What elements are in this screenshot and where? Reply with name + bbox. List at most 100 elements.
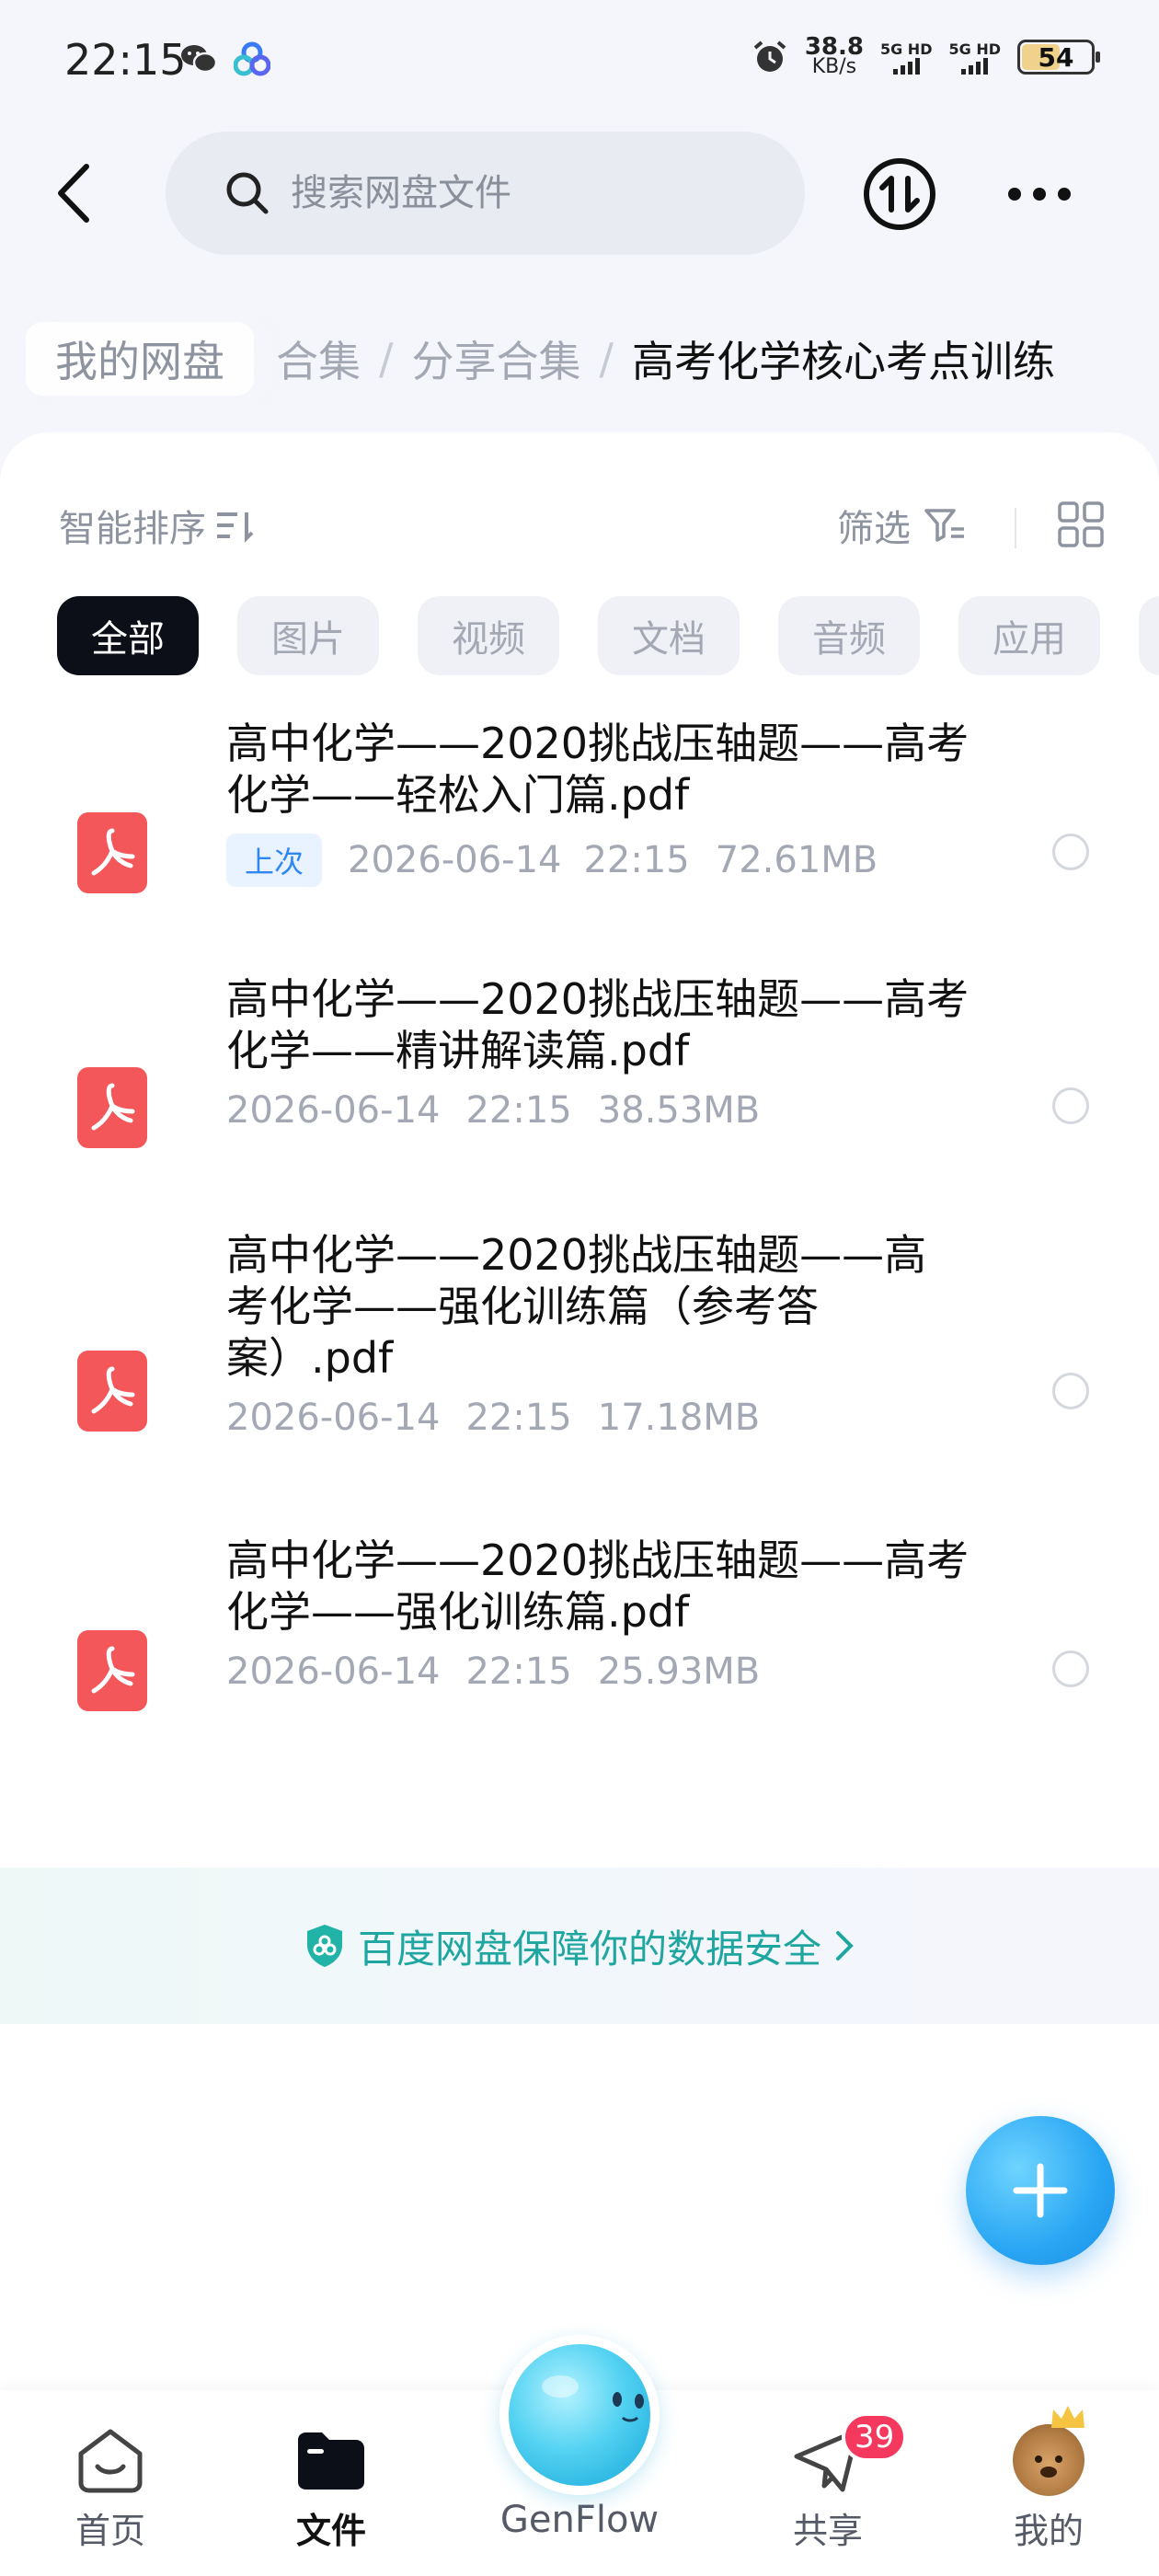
file-time: 22:15 bbox=[465, 1397, 572, 1439]
chip-docs[interactable]: 文档 bbox=[598, 596, 740, 675]
file-date: 2026-06-14 bbox=[226, 1089, 441, 1132]
search-icon bbox=[226, 172, 269, 214]
signal-sim2: 5G HD bbox=[948, 40, 1001, 75]
back-icon bbox=[58, 164, 89, 223]
file-meta: 上次 2026-06-14 22:15 72.61MB bbox=[226, 834, 981, 887]
pdf-icon bbox=[77, 1630, 147, 1711]
bottom-nav: 首页 文件 GenFlow 39 共享 我的 bbox=[0, 2335, 1159, 2576]
category-chips: 全部 图片 视频 文档 音频 应用 bbox=[57, 596, 1159, 675]
safety-text: 百度网盘保障你的数据安全 bbox=[357, 1926, 821, 1972]
transfer-button[interactable] bbox=[860, 155, 939, 234]
transfer-icon bbox=[864, 158, 935, 230]
status-bar: 22:15 38.8 KB/s 5G HD 5G HD 54 bbox=[0, 0, 1159, 120]
sort-icon bbox=[217, 512, 254, 543]
share-badge: 39 bbox=[842, 2412, 908, 2462]
chevron-right-icon bbox=[836, 1931, 854, 1961]
more-icon bbox=[1008, 188, 1071, 201]
breadcrumb-separator: / bbox=[379, 334, 394, 384]
breadcrumb-separator: / bbox=[599, 334, 614, 384]
file-time: 22:15 bbox=[583, 839, 690, 881]
nav-share[interactable]: 39 共享 bbox=[754, 2412, 908, 2553]
nav-me[interactable]: 我的 bbox=[975, 2406, 1122, 2553]
breadcrumb-path: 合集 / 分享合集 / 高考化学核心考点训练 bbox=[276, 313, 1055, 405]
file-info: 高中化学——2020挑战压轴题——高考化学——强化训练篇（参考答案）.pdf 2… bbox=[226, 1229, 935, 1439]
file-list: 高中化学——2020挑战压轴题——高考化学——轻松入门篇.pdf 上次 2026… bbox=[0, 718, 1159, 1790]
file-row[interactable]: 高中化学——2020挑战压轴题——高考化学——轻松入门篇.pdf 上次 2026… bbox=[0, 718, 1159, 973]
chip-videos[interactable]: 视频 bbox=[418, 596, 559, 675]
baidu-netdisk-icon bbox=[234, 40, 270, 77]
file-time: 22:15 bbox=[465, 1089, 572, 1132]
file-size: 72.61MB bbox=[715, 839, 878, 881]
select-checkbox[interactable] bbox=[1052, 1373, 1089, 1409]
file-meta: 2026-06-14 22:15 38.53MB bbox=[226, 1089, 981, 1132]
battery-icon: 54 bbox=[1017, 40, 1100, 75]
top-nav bbox=[0, 129, 1159, 258]
chip-more-partial[interactable] bbox=[1139, 596, 1159, 675]
file-name: 高中化学——2020挑战压轴题——高考化学——强化训练篇.pdf bbox=[226, 1535, 970, 1637]
add-button[interactable] bbox=[966, 2116, 1115, 2265]
grid-view-icon bbox=[1058, 501, 1104, 547]
pdf-icon bbox=[77, 1067, 147, 1148]
chip-all[interactable]: 全部 bbox=[57, 596, 199, 675]
nav-home-label: 首页 bbox=[75, 2511, 145, 2551]
data-safety-banner[interactable]: 百度网盘保障你的数据安全 bbox=[0, 1868, 1159, 2024]
network-speed: 38.8 KB/s bbox=[804, 33, 864, 78]
more-button[interactable] bbox=[993, 155, 1085, 234]
file-meta: 2026-06-14 22:15 25.93MB bbox=[226, 1650, 981, 1693]
shield-icon bbox=[306, 1925, 342, 1967]
file-name: 高中化学——2020挑战压轴题——高考化学——强化训练篇（参考答案）.pdf bbox=[226, 1230, 927, 1383]
sort-button[interactable]: 智能排序 bbox=[59, 499, 256, 552]
file-row[interactable]: 高中化学——2020挑战压轴题——高考化学——精讲解读篇.pdf 2026-06… bbox=[0, 973, 1159, 1229]
chip-images[interactable]: 图片 bbox=[237, 596, 379, 675]
file-date: 2026-06-14 bbox=[226, 1650, 441, 1693]
folder-icon bbox=[258, 2423, 405, 2497]
toolbar-divider bbox=[1015, 508, 1016, 548]
nav-genflow[interactable]: GenFlow bbox=[478, 2335, 681, 2541]
nav-files[interactable]: 文件 bbox=[258, 2423, 405, 2553]
nav-home[interactable]: 首页 bbox=[37, 2423, 184, 2553]
file-name: 高中化学——2020挑战压轴题——高考化学——精讲解读篇.pdf bbox=[226, 974, 970, 1075]
filter-button[interactable]: 筛选 bbox=[837, 499, 968, 552]
file-row[interactable]: 高中化学——2020挑战压轴题——高考化学——强化训练篇.pdf 2026-06… bbox=[0, 1535, 1159, 1790]
recent-tag: 上次 bbox=[226, 834, 323, 887]
back-button[interactable] bbox=[37, 156, 110, 230]
nav-files-label: 文件 bbox=[295, 2511, 366, 2551]
search-input[interactable] bbox=[291, 172, 751, 214]
nav-share-label: 共享 bbox=[792, 2511, 863, 2551]
filter-label: 筛选 bbox=[837, 508, 911, 550]
signal-icon bbox=[961, 57, 989, 75]
file-date: 2026-06-14 bbox=[226, 1397, 441, 1439]
avatar bbox=[1013, 2406, 1084, 2496]
file-row[interactable]: 高中化学——2020挑战压轴题——高考化学——强化训练篇（参考答案）.pdf 2… bbox=[0, 1229, 1159, 1535]
file-panel: 智能排序 筛选 全部 图片 视频 文档 音频 应用 高中化学——2020挑战压轴… bbox=[0, 432, 1159, 2392]
select-checkbox[interactable] bbox=[1052, 1087, 1089, 1124]
select-checkbox[interactable] bbox=[1052, 1650, 1089, 1687]
nav-me-label: 我的 bbox=[1013, 2511, 1084, 2551]
pdf-icon bbox=[77, 1351, 147, 1432]
alarm-icon bbox=[752, 39, 788, 75]
sort-label: 智能排序 bbox=[59, 508, 206, 550]
breadcrumb-root[interactable]: 我的网盘 bbox=[26, 322, 254, 396]
avatar-wrap bbox=[975, 2406, 1122, 2497]
toolbar: 智能排序 筛选 bbox=[0, 488, 1159, 561]
file-size: 38.53MB bbox=[597, 1089, 761, 1132]
paper-plane-icon: 39 bbox=[754, 2412, 908, 2497]
plus-icon bbox=[1013, 2163, 1068, 2218]
search-box[interactable] bbox=[166, 132, 805, 255]
chip-audio[interactable]: 音频 bbox=[778, 596, 920, 675]
chip-apps[interactable]: 应用 bbox=[958, 596, 1100, 675]
status-right: 38.8 KB/s 5G HD 5G HD 54 bbox=[752, 33, 1100, 78]
nav-genflow-label: GenFlow bbox=[499, 2499, 660, 2541]
view-toggle-button[interactable] bbox=[1053, 497, 1108, 552]
signal-icon bbox=[892, 57, 920, 75]
select-checkbox[interactable] bbox=[1052, 834, 1089, 870]
breadcrumb-item[interactable]: 合集 bbox=[276, 328, 361, 389]
file-info: 高中化学——2020挑战压轴题——高考化学——强化训练篇.pdf 2026-06… bbox=[226, 1535, 981, 1693]
file-name: 高中化学——2020挑战压轴题——高考化学——轻松入门篇.pdf bbox=[226, 719, 970, 820]
file-size: 17.18MB bbox=[597, 1397, 761, 1439]
file-size: 25.93MB bbox=[597, 1650, 761, 1693]
filter-icon bbox=[924, 509, 964, 542]
file-meta: 2026-06-14 22:15 17.18MB bbox=[226, 1397, 935, 1439]
breadcrumb-item[interactable]: 分享合集 bbox=[412, 328, 581, 389]
status-left-icons bbox=[180, 40, 270, 77]
